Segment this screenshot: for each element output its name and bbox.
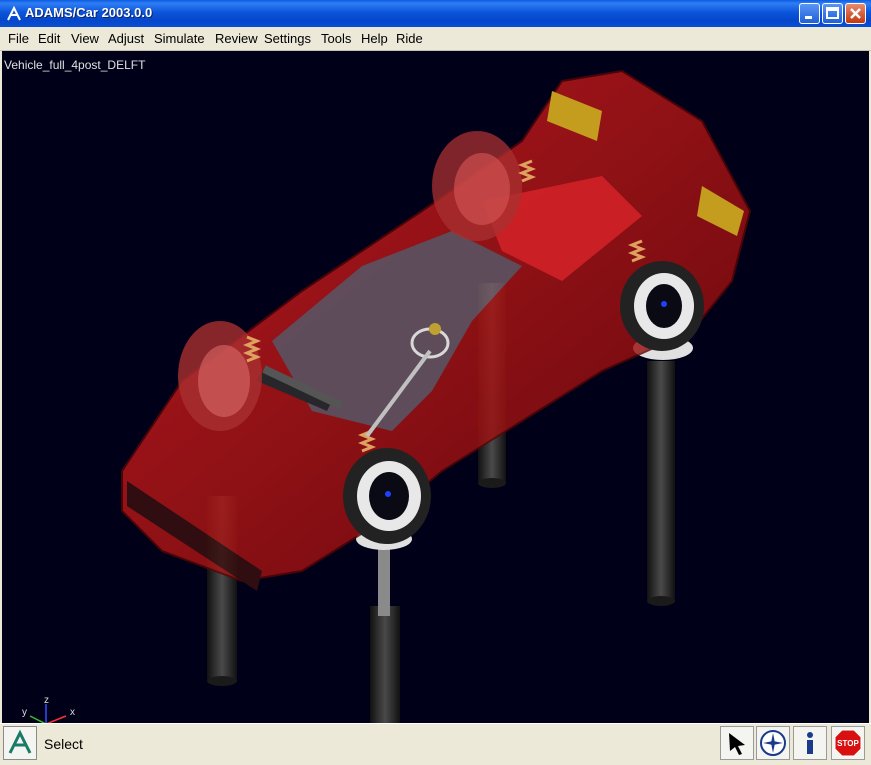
model-name-label: Vehicle_full_4post_DELFT — [4, 58, 146, 72]
menu-ride[interactable]: Ride — [396, 31, 423, 46]
stop-button[interactable]: STOP — [831, 726, 865, 760]
select-arrow-button[interactable] — [720, 726, 754, 760]
close-button[interactable] — [845, 3, 866, 24]
maximize-button[interactable] — [822, 3, 843, 24]
shaker-post-rear-right — [633, 336, 693, 606]
menu-view[interactable]: View — [71, 31, 99, 46]
menu-review[interactable]: Review — [215, 31, 258, 46]
menu-tools[interactable]: Tools — [321, 31, 351, 46]
vehicle-model-render[interactable] — [2, 51, 869, 723]
info-button[interactable] — [793, 726, 827, 760]
title-bar[interactable]: ADAMS/Car 2003.0.0 — [0, 0, 871, 27]
view-orientation-button[interactable] — [756, 726, 790, 760]
menu-adjust[interactable]: Adjust — [108, 31, 144, 46]
minimize-button[interactable] — [799, 3, 820, 24]
menu-file[interactable]: File — [8, 31, 29, 46]
menu-bar: File Edit View Adjust Simulate Review Se… — [0, 27, 871, 51]
axis-label-z: z — [44, 696, 49, 706]
select-arrow-icon — [729, 733, 745, 755]
compass-icon — [760, 730, 786, 756]
shaker-post-front-right — [356, 528, 412, 723]
maximize-icon — [826, 7, 839, 19]
axis-label-y: y — [22, 707, 27, 718]
window-title: ADAMS/Car 2003.0.0 — [25, 5, 153, 20]
close-icon — [850, 8, 861, 19]
axis-triad-icon: z y x — [22, 696, 75, 723]
adams-window: ADAMS/Car 2003.0.0 File Edit View Adjust… — [0, 0, 871, 765]
select-mode-button[interactable] — [3, 726, 37, 760]
minimize-icon — [805, 16, 812, 19]
stop-label: STOP — [837, 739, 859, 748]
wheel-rear-left — [432, 131, 522, 241]
status-bar: Select STOP — [0, 723, 871, 765]
status-message: Select — [44, 736, 83, 752]
stop-icon: STOP — [834, 729, 862, 757]
wheel-front-right — [343, 448, 431, 544]
adams-select-icon — [8, 729, 32, 754]
adams-logo-icon — [7, 6, 21, 21]
wheel-rear-right — [620, 261, 704, 351]
menu-edit[interactable]: Edit — [38, 31, 60, 46]
menu-help[interactable]: Help — [361, 31, 388, 46]
axis-label-x: x — [70, 707, 75, 718]
menu-settings[interactable]: Settings — [264, 31, 311, 46]
info-icon — [807, 732, 813, 754]
model-viewport[interactable]: Vehicle_full_4post_DELFT z y x — [2, 51, 869, 723]
menu-simulate[interactable]: Simulate — [154, 31, 205, 46]
